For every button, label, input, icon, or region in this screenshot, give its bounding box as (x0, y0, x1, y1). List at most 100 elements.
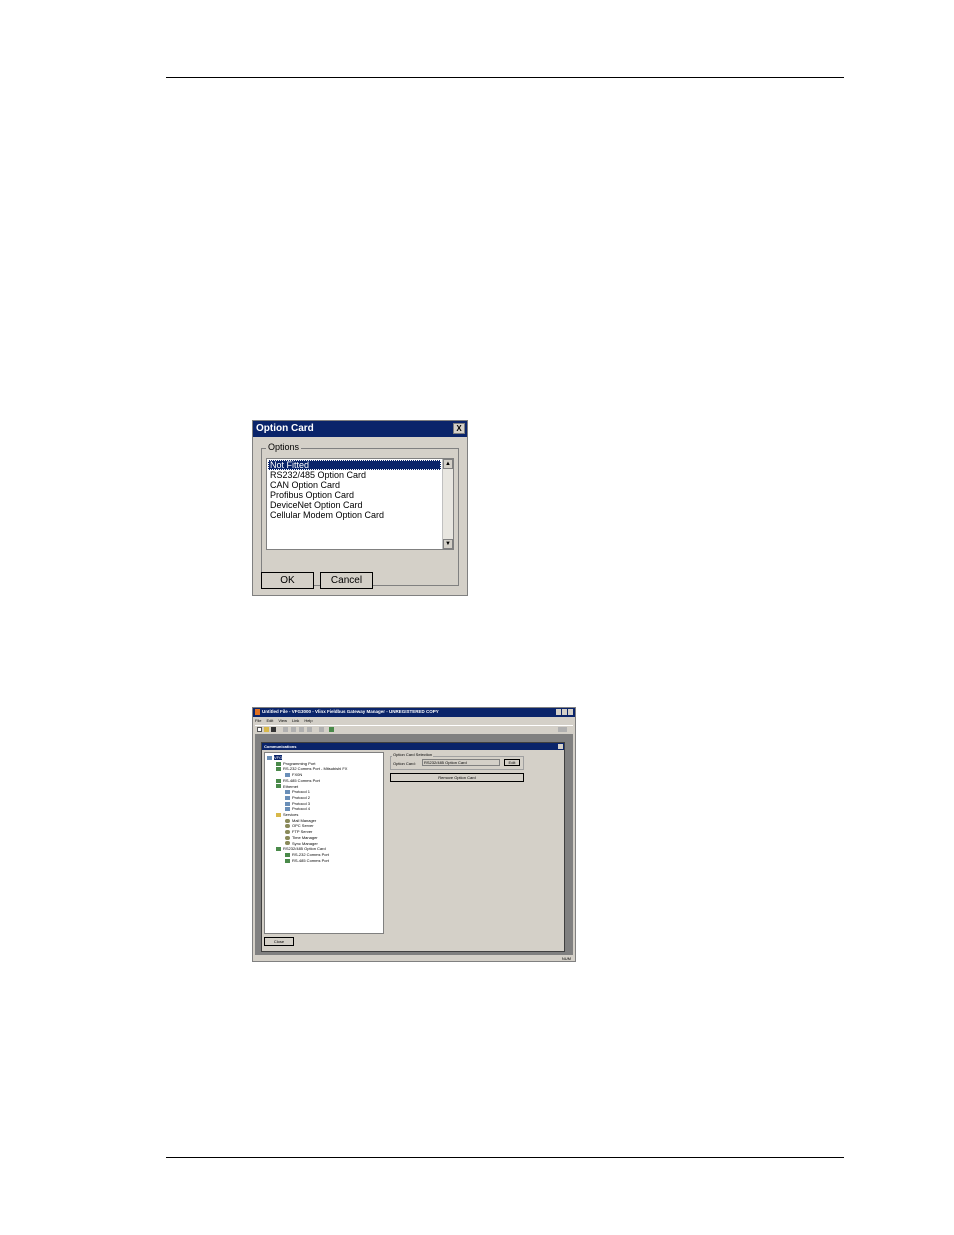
tree-item[interactable]: Sync Manager (285, 841, 318, 846)
tree-item[interactable]: Time Manager (285, 835, 318, 840)
menu-item-link[interactable]: Link (292, 718, 299, 723)
tree-item-label: Sync Manager (292, 840, 318, 846)
tree-item[interactable]: Services (276, 812, 298, 817)
status-num: NUM (561, 956, 571, 961)
mdi-area: Communications VFG Programming Port RS-232… (255, 735, 573, 955)
cut-icon[interactable] (283, 727, 288, 732)
option-card-field[interactable]: RS232/485 Option Card (422, 759, 500, 766)
tree-item[interactable]: Programming Port (276, 761, 315, 766)
tree-item-label: Protocol 1 (292, 789, 311, 795)
option-item[interactable]: Not Fitted (268, 460, 441, 470)
scroll-down-icon[interactable]: ▼ (443, 539, 453, 549)
tree-item-label: Time Manager (292, 834, 318, 840)
new-file-icon[interactable] (257, 727, 262, 732)
tree-item[interactable]: RS-485 Comms Port (285, 858, 329, 863)
dialog-titlebar: Option Card X (253, 421, 467, 437)
status-bar: NUM (255, 956, 573, 961)
menu-item-file[interactable]: File (255, 718, 261, 723)
device-icon (285, 795, 290, 800)
scroll-up-icon[interactable]: ▲ (443, 459, 453, 469)
tree-item[interactable]: Protocol 1 (285, 789, 310, 794)
comms-tree[interactable]: VFG Programming Port RS-232 Comms Port - M… (264, 752, 384, 934)
device-icon (285, 773, 290, 778)
ok-button[interactable]: OK (261, 572, 314, 589)
save-file-icon[interactable] (271, 727, 276, 732)
menu-item-help[interactable]: Help (304, 718, 312, 723)
options-dropdown-icon[interactable] (558, 727, 567, 732)
tree-item-label: RS-485 Comms Port (283, 777, 320, 783)
tree-item[interactable]: FX0N (285, 772, 302, 777)
option-card-selection-label: Option Card Selection (392, 752, 434, 757)
tree-item[interactable]: Protocol 4 (285, 806, 310, 811)
delete-icon[interactable] (307, 727, 312, 732)
tree-item-label: Ethernet (283, 783, 299, 789)
maximize-icon[interactable] (562, 709, 567, 715)
communications-close-icon[interactable] (558, 744, 563, 749)
footer-rule (166, 1157, 844, 1158)
gear-icon (285, 824, 290, 829)
option-item[interactable]: Profibus Option Card (268, 490, 441, 500)
tree-item-label: RS232/485 Option Card (283, 846, 326, 852)
communications-titlebar: Communications (262, 743, 564, 750)
tree-item-label: Programming Port (283, 760, 316, 766)
communications-window: Communications VFG Programming Port RS-232… (261, 742, 565, 952)
tree-item-label: Services (283, 812, 299, 817)
tree-item-label: FTP Server (292, 829, 313, 835)
undo-icon[interactable] (319, 727, 324, 732)
plug-icon (276, 847, 281, 852)
menu-item-edit[interactable]: Edit (266, 718, 273, 723)
gear-icon (285, 835, 290, 840)
tree-item[interactable]: RS232/485 Option Card (276, 846, 326, 851)
tree-close-button[interactable]: Close (264, 937, 294, 946)
minimize-icon[interactable] (556, 709, 561, 715)
tree-item-label: RS-232 Comms Port (292, 851, 329, 857)
tree-item[interactable]: RS-485 Comms Port (276, 778, 320, 783)
tree-item[interactable]: Protocol 3 (285, 801, 310, 806)
plug-icon (276, 761, 281, 766)
tree-item[interactable]: OPC Server (285, 823, 314, 828)
options-listbox[interactable]: Not Fitted RS232/485 Option Card CAN Optio… (266, 458, 454, 550)
tree-item[interactable]: RS-232 Comms Port - Mitsubishi FX (276, 766, 347, 771)
menu-bar: File Edit View Link Help (255, 718, 318, 724)
tree-item-label: FX0N (292, 772, 303, 778)
device-icon (285, 790, 290, 795)
tree-item[interactable]: RS-232 Comms Port (285, 852, 329, 857)
option-card-dialog: Option Card X Options Not Fitted RS232/48… (252, 420, 468, 596)
options-group-label: Options (266, 442, 302, 452)
paste-icon[interactable] (299, 727, 304, 732)
cancel-button[interactable]: Cancel (320, 572, 373, 589)
tree-item[interactable]: FTP Server (285, 829, 312, 834)
option-item[interactable]: RS232/485 Option Card (268, 470, 441, 480)
plug-icon (276, 778, 281, 783)
gear-icon (285, 830, 290, 835)
toolbar (255, 725, 573, 735)
option-item[interactable]: DeviceNet Option Card (268, 500, 441, 510)
folder-icon (276, 812, 281, 817)
open-file-icon[interactable] (264, 727, 269, 732)
window-close-icon[interactable] (568, 709, 573, 715)
tree-item[interactable]: Protocol 2 (285, 795, 310, 800)
tree-item[interactable]: Mail Manager (285, 818, 316, 823)
menu-item-view[interactable]: View (278, 718, 287, 723)
tree-item[interactable]: Ethernet (276, 784, 298, 789)
edit-button[interactable]: Edit (504, 759, 520, 766)
option-item[interactable]: Cellular Modem Option Card (268, 510, 441, 520)
plug-icon (285, 858, 290, 863)
dialog-title: Option Card (256, 423, 314, 434)
header-rule (166, 77, 844, 78)
tree-item-label: OPC Server (292, 823, 314, 829)
remove-option-card-button[interactable]: Remove Option Card (390, 773, 524, 782)
options-scrollbar[interactable]: ▲ ▼ (442, 459, 453, 549)
device-icon (285, 807, 290, 812)
link-icon[interactable] (329, 727, 334, 732)
device-icon (285, 801, 290, 806)
option-card-field-label: Option Card: (393, 761, 416, 766)
tree-item-label: Protocol 3 (292, 800, 311, 806)
option-item[interactable]: CAN Option Card (268, 480, 441, 490)
tree-item-label: Mail Manager (292, 817, 317, 823)
copy-icon[interactable] (291, 727, 296, 732)
tree-item-label: VFG (274, 755, 283, 760)
gear-icon (285, 818, 290, 823)
tree-item[interactable]: VFG (267, 755, 283, 760)
close-icon[interactable]: X (453, 423, 465, 434)
